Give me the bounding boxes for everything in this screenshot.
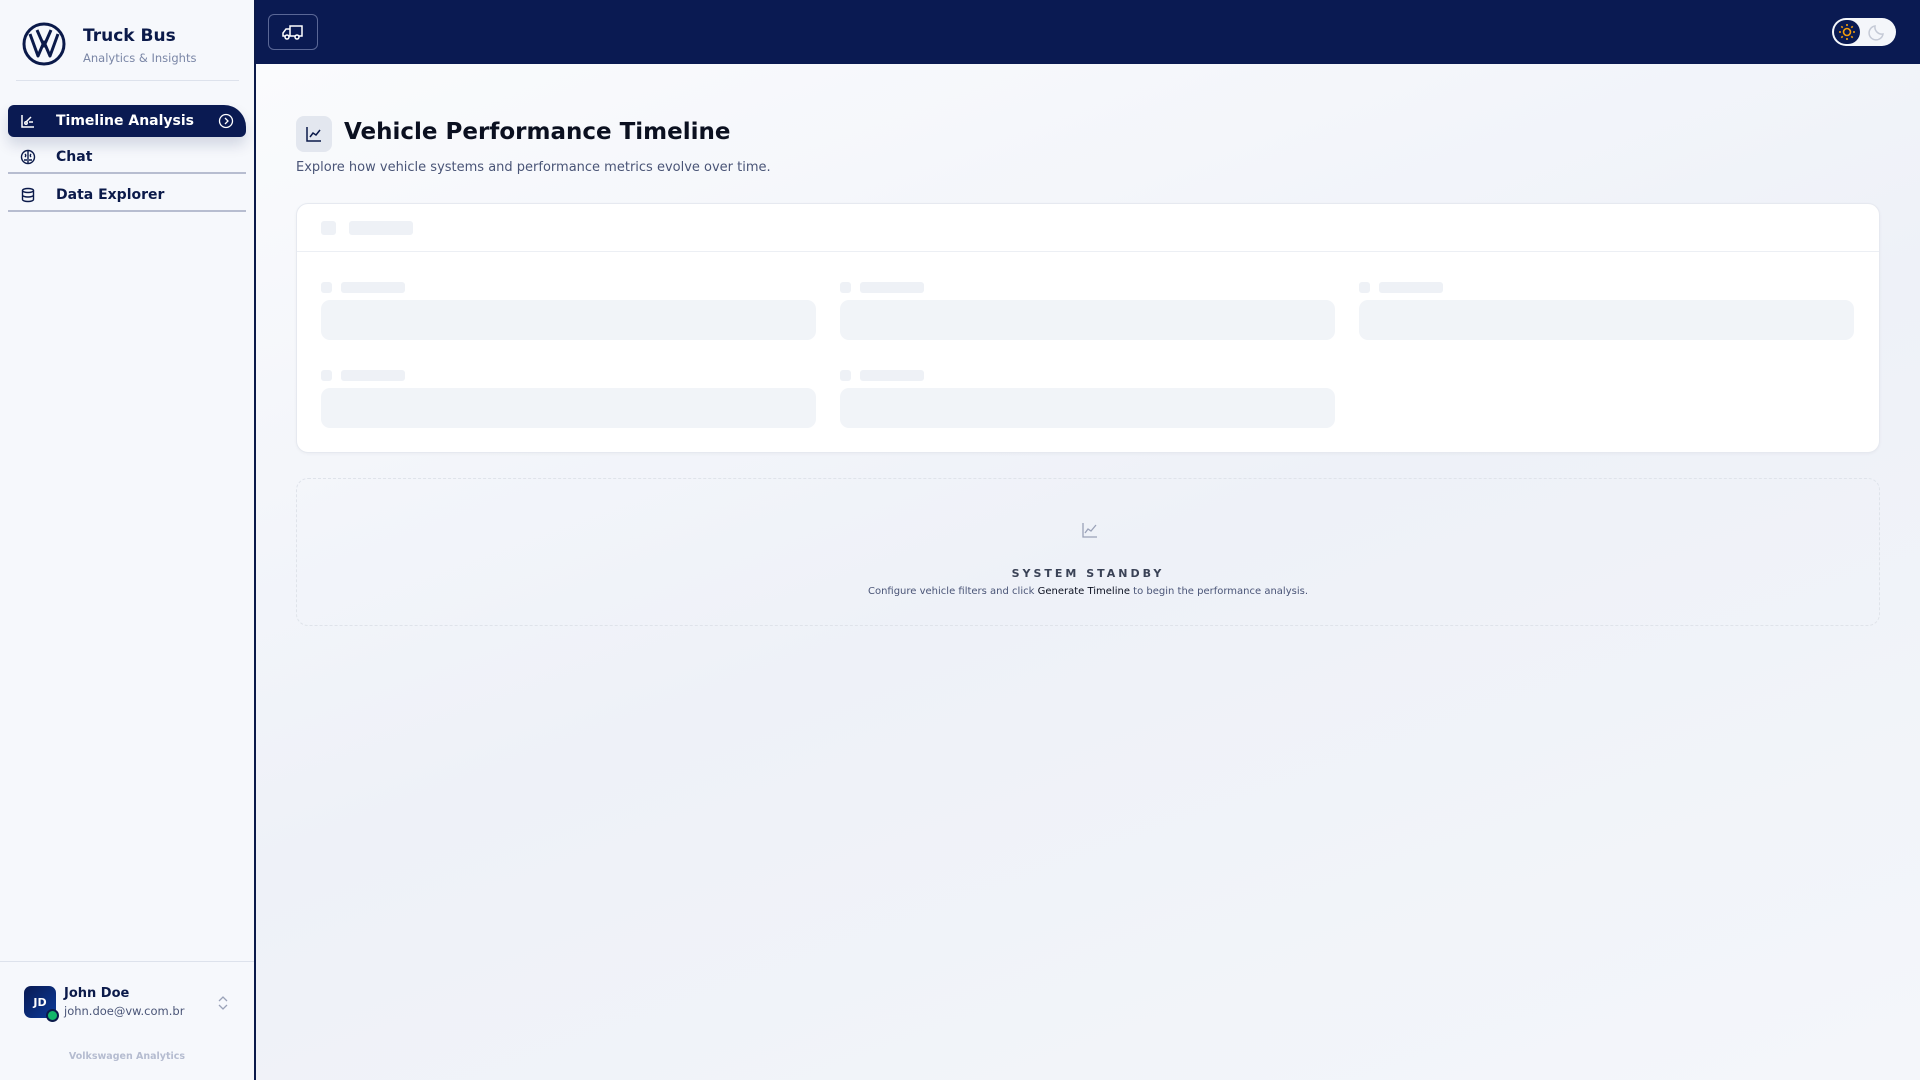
skeleton-label	[1379, 282, 1443, 293]
database-icon	[20, 187, 36, 203]
skeleton-label	[341, 282, 405, 293]
standby-text-start: Configure vehicle filters and click	[867, 586, 1038, 597]
line-chart-icon	[296, 116, 332, 152]
skeleton-input	[840, 300, 1335, 340]
skeleton-input	[321, 300, 816, 340]
sidebar-item-label: Data Explorer	[56, 187, 165, 203]
brand-name: Truck Bus	[83, 26, 176, 46]
user-name: John Doe	[64, 986, 130, 1001]
skeleton-label	[341, 370, 405, 381]
standby-text-end: to begin the performance analysis.	[1129, 586, 1309, 597]
user-email: john.doe@vw.com.br	[64, 1004, 185, 1018]
divider	[16, 80, 239, 81]
truck-icon	[282, 25, 303, 40]
skeleton	[840, 370, 851, 381]
sidebar-item-label: Timeline Analysis	[56, 113, 195, 129]
sun-icon	[1839, 24, 1855, 40]
skeleton	[840, 282, 851, 293]
sidebar-item-label: Chat	[56, 149, 93, 165]
theme-toggle[interactable]	[1832, 18, 1896, 46]
skeleton-icon	[321, 221, 336, 235]
skeleton-input	[840, 388, 1335, 428]
line-chart-icon	[1082, 523, 1097, 538]
standby-heading: SYSTEM STANDBY	[1011, 567, 1165, 580]
skeleton-title	[349, 221, 413, 235]
online-status-dot	[46, 1009, 59, 1022]
vw-logo-icon	[22, 22, 66, 66]
chart-scatter-icon	[20, 113, 36, 129]
main-content: Vehicle Performance Timeline Explore how…	[256, 64, 1920, 1080]
sidebar: Truck Bus Analytics & Insights Timeline …	[0, 0, 256, 1080]
brand-subtitle: Analytics & Insights	[83, 51, 197, 65]
skeleton	[1359, 282, 1370, 293]
generate-timeline-reference: Generate Timeline	[1037, 586, 1130, 597]
skeleton-label	[860, 282, 924, 293]
standby-text: Configure vehicle filters and click Gene…	[297, 586, 1879, 597]
footer-brand: Volkswagen Analytics	[68, 1051, 186, 1062]
chevron-right-circle-icon	[218, 113, 234, 129]
sidebar-item-chat[interactable]: Chat	[8, 142, 246, 174]
page-subtitle: Explore how vehicle systems and performa…	[296, 160, 771, 175]
skeleton	[321, 370, 332, 381]
truck-button[interactable]	[268, 14, 318, 50]
sidebar-item-data-explorer[interactable]: Data Explorer	[8, 180, 246, 212]
brain-icon	[20, 149, 36, 165]
skeleton	[321, 282, 332, 293]
user-menu[interactable]: JD John Doe john.doe@vw.com.br Volkswage…	[0, 961, 254, 1080]
page-title: Vehicle Performance Timeline	[344, 119, 731, 145]
chevron-up-down-icon[interactable]	[216, 994, 230, 1012]
empty-state: SYSTEM STANDBY Configure vehicle filters…	[296, 478, 1880, 626]
moon-icon	[1868, 25, 1884, 41]
skeleton-input	[321, 388, 816, 428]
skeleton-input	[1359, 300, 1854, 340]
sidebar-item-timeline-analysis[interactable]: Timeline Analysis	[8, 105, 246, 137]
top-bar	[256, 0, 1920, 64]
skeleton-label	[860, 370, 924, 381]
filters-card-loading	[296, 203, 1880, 453]
